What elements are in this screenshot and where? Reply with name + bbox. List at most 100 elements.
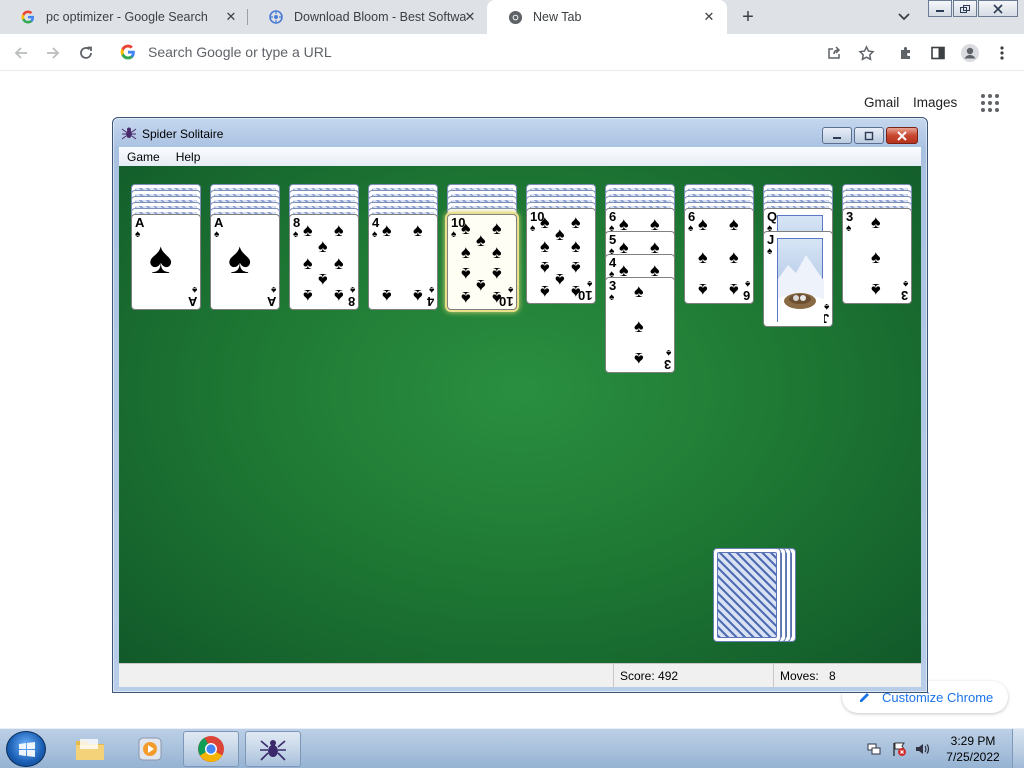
window-titlebar[interactable]: Spider Solitaire [113, 118, 927, 148]
playing-card[interactable]: A ♠ A ♠ ♠ [210, 214, 280, 310]
action-center-flag-icon[interactable] [891, 741, 907, 757]
share-icon[interactable] [822, 41, 846, 65]
tab-new-tab[interactable]: New Tab ✕ [487, 0, 727, 34]
spade-icon: ♠ [729, 214, 739, 234]
spade-icon: ♠ [540, 258, 550, 278]
spade-icon: ♠ [349, 284, 355, 295]
tab-google-search[interactable]: pc optimizer - Google Search ✕ [0, 0, 247, 34]
spade-icon: ♠ [461, 264, 471, 284]
playing-card[interactable]: 3 ♠ 3 ♠ ♠ ♠ ♠ [842, 208, 912, 304]
spade-icon: ♠ [303, 286, 313, 306]
spade-icon: ♠ [571, 258, 581, 278]
spade-icon: ♠ [698, 214, 708, 234]
spider-solitaire-window: Spider Solitaire Game Help A ♠ A ♠ ♠ A ♠ A ♠ ♠ 8 ♠ 8… [112, 117, 928, 693]
network-icon[interactable] [866, 741, 882, 757]
close-icon[interactable]: ✕ [223, 9, 239, 25]
images-link[interactable]: Images [913, 95, 957, 110]
start-button[interactable] [6, 731, 46, 767]
card-rank: J [767, 232, 775, 247]
card-rank: 4 [372, 215, 380, 230]
reload-icon[interactable] [74, 41, 98, 65]
spade-icon: ♠ [698, 247, 708, 267]
minimize-button[interactable] [928, 0, 952, 17]
spade-icon: ♠ [461, 218, 471, 238]
card-rank: 8 [347, 294, 355, 309]
back-arrow-icon[interactable] [9, 41, 33, 65]
menu-help[interactable]: Help [168, 150, 209, 164]
omnibox-input[interactable] [148, 44, 748, 60]
playing-card[interactable]: 10 ♠ 10 ♠ ♠ ♠ ♠ ♠ ♠ ♠ ♠ ♠ ♠ ♠ [447, 214, 517, 310]
spade-icon: ♠ [634, 281, 644, 301]
more-menu-icon[interactable] [990, 41, 1014, 65]
playing-card[interactable]: 8 ♠ 8 ♠ ♠ ♠ ♠ ♠ ♠ ♠ ♠ ♠ [289, 214, 359, 310]
spade-icon: ♠ [555, 270, 565, 290]
maximize-button[interactable] [854, 127, 884, 144]
chrome-icon[interactable] [183, 731, 239, 767]
forward-arrow-icon[interactable] [41, 41, 65, 65]
media-player-icon[interactable] [122, 731, 178, 767]
bloom-icon [268, 9, 284, 25]
card-rank: A [266, 294, 276, 309]
spade-icon: ♠ [729, 247, 739, 267]
playing-card[interactable]: J ♠ J ♠ [763, 231, 833, 327]
spade-icon: ♠ [530, 223, 536, 234]
card-rank: 6 [688, 209, 696, 224]
spade-icon: ♠ [846, 223, 852, 234]
spade-icon: ♠ [871, 212, 881, 232]
menu-game[interactable]: Game [119, 150, 168, 164]
spade-icon: ♠ [318, 236, 328, 256]
browser-toolbar [0, 34, 1024, 71]
close-icon[interactable]: ✕ [701, 9, 717, 25]
close-window-button[interactable] [978, 0, 1018, 17]
spade-icon: ♠ [492, 264, 502, 284]
card-rank: 4 [609, 255, 617, 270]
spade-icon: ♠ [492, 242, 502, 262]
card-rank: A [135, 215, 145, 230]
spade-icon: ♠ [744, 278, 750, 289]
spade-icon: ♠ [270, 284, 276, 295]
volume-icon[interactable] [914, 741, 930, 757]
omnibox[interactable] [110, 37, 888, 67]
playing-card[interactable]: A ♠ A ♠ ♠ [131, 214, 201, 310]
card-rank: 3 [609, 278, 617, 293]
court-art [777, 238, 824, 323]
side-panel-icon[interactable] [926, 41, 950, 65]
card-rank: 6 [742, 288, 750, 303]
restore-button[interactable] [953, 0, 977, 17]
spade-icon: ♠ [135, 229, 141, 240]
spade-icon: ♠ [461, 242, 471, 262]
spade-icon: ♠ [555, 224, 565, 244]
spade-icon: ♠ [214, 229, 220, 240]
new-tab-button[interactable]: + [736, 5, 760, 29]
profile-avatar-icon[interactable] [958, 41, 982, 65]
close-icon[interactable]: ✕ [462, 9, 478, 25]
star-bookmark-icon[interactable] [854, 41, 878, 65]
gmail-link[interactable]: Gmail [864, 95, 899, 110]
playing-card[interactable]: 6♠6♠♠♠♠♠♠♠ [684, 208, 754, 304]
google-apps-icon[interactable] [981, 94, 999, 112]
card-rank: 6 [609, 209, 617, 224]
card-rank: 5 [609, 232, 617, 247]
spade-icon: ♠ [871, 280, 881, 300]
file-explorer-icon[interactable] [62, 731, 118, 767]
playing-card[interactable]: 10 ♠ 10 ♠ ♠ ♠ ♠ ♠ ♠ ♠ ♠ ♠ ♠ ♠ [526, 208, 596, 304]
close-window-button[interactable] [886, 127, 918, 144]
extensions-puzzle-icon[interactable] [894, 41, 918, 65]
system-clock[interactable]: 3:29 PM 7/25/2022 [938, 733, 1008, 765]
stock-card-back[interactable] [713, 548, 781, 642]
tab-bloom[interactable]: Download Bloom - Best Software ✕ [248, 0, 486, 34]
chevron-down-icon[interactable] [894, 8, 914, 26]
spade-icon: ♠ [540, 282, 550, 302]
playing-card[interactable]: 4♠4♠♠♠♠♠ [368, 214, 438, 310]
spade-icon: ♠ [571, 282, 581, 302]
game-table[interactable]: A ♠ A ♠ ♠ A ♠ A ♠ ♠ 8 ♠ 8 ♠ ♠ ♠ ♠ ♠ ♠ ♠ ♠ ♠ 4 ♠ 4 ♠ ♠ ♠ ♠ ♠ 10 ♠ 10 ♠ ♠ ♠ ♠ ♠… [119, 166, 921, 663]
card-rank: 3 [900, 288, 908, 303]
spade-icon: ♠ [382, 286, 392, 306]
minimize-button[interactable] [822, 127, 852, 144]
spade-icon: ♠ [149, 234, 173, 283]
playing-card[interactable]: 3 ♠ 3 ♠ ♠ ♠ ♠ [605, 277, 675, 373]
spider-solitaire-taskbar-icon[interactable] [245, 731, 301, 767]
show-desktop-button[interactable] [1012, 729, 1024, 768]
card-rank: A [187, 294, 197, 309]
spade-icon: ♠ [586, 278, 592, 289]
